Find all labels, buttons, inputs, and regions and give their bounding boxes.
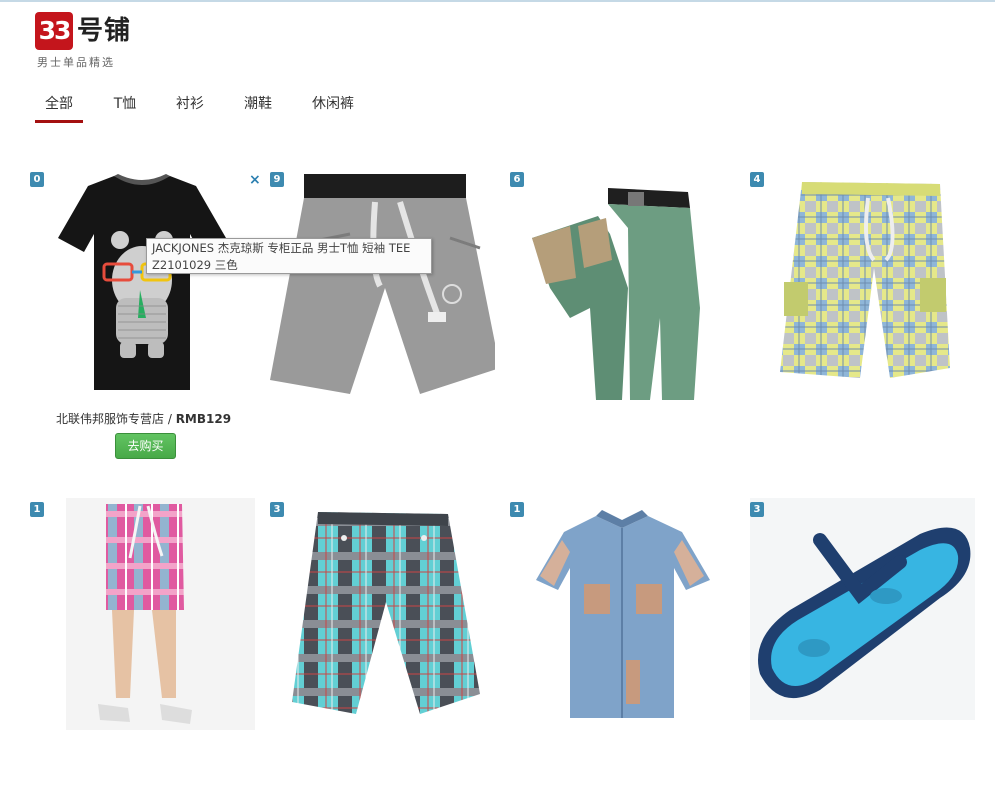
product-image-green-chinos[interactable]	[510, 168, 735, 400]
logo-name: 号铺	[77, 16, 132, 46]
product-card[interactable]: 1	[510, 498, 735, 730]
like-count-badge: 1	[510, 502, 524, 517]
like-count-badge: 6	[510, 172, 524, 187]
product-card[interactable]: 3	[750, 498, 975, 730]
product-card[interactable]: 4	[750, 168, 975, 400]
tab-all[interactable]: 全部	[35, 92, 83, 123]
tab-shoes[interactable]: 潮鞋	[243, 92, 273, 120]
like-count-badge: 1	[30, 502, 44, 517]
top-border	[0, 0, 995, 2]
product-image-grey-shorts[interactable]	[270, 168, 495, 400]
product-image-teal-plaid-shorts[interactable]	[270, 498, 495, 730]
product-card[interactable]: 3	[270, 498, 495, 730]
tab-casual-pants[interactable]: 休闲裤	[311, 92, 355, 120]
close-icon[interactable]: ×	[249, 173, 261, 187]
site-logo[interactable]: 33 号铺 男士单品精选	[35, 12, 165, 70]
product-card[interactable]: 6	[510, 168, 735, 400]
product-title-tooltip: JACKJONES 杰克琼斯 专柜正品 男士T恤 短袖 TEE Z2101029…	[146, 238, 432, 274]
tab-shirt[interactable]: 衬衫	[175, 92, 205, 120]
shop-name[interactable]: 北联伟邦服饰专营店	[56, 412, 164, 426]
product-image-plaid-cargo-shorts[interactable]	[750, 168, 975, 400]
product-card[interactable]: 1	[30, 498, 255, 730]
product-card[interactable]: 0 × 北联伟邦服饰专营店 / RMB129 去购买	[30, 168, 261, 468]
product-caption: 北联伟邦服饰专营店 / RMB129	[56, 410, 231, 427]
tab-tshirt[interactable]: T恤	[111, 92, 139, 120]
logo-tagline: 男士单品精选	[37, 56, 115, 69]
price-separator: /	[164, 412, 176, 426]
product-image-black-tshirt[interactable]	[30, 168, 255, 400]
like-count-badge: 9	[270, 172, 284, 187]
like-count-badge: 3	[750, 502, 764, 517]
product-image-denim-shirt[interactable]	[510, 498, 735, 730]
logo-mark: 33	[35, 12, 73, 50]
product-image-pink-board-shorts[interactable]	[30, 498, 255, 730]
like-count-badge: 3	[270, 502, 284, 517]
product-image-flip-flop[interactable]	[750, 498, 975, 730]
like-count-badge: 4	[750, 172, 764, 187]
like-count-badge: 0	[30, 172, 44, 187]
buy-button[interactable]: 去购买	[115, 433, 176, 459]
price: RMB129	[175, 412, 232, 426]
product-card[interactable]: 9	[270, 168, 495, 400]
